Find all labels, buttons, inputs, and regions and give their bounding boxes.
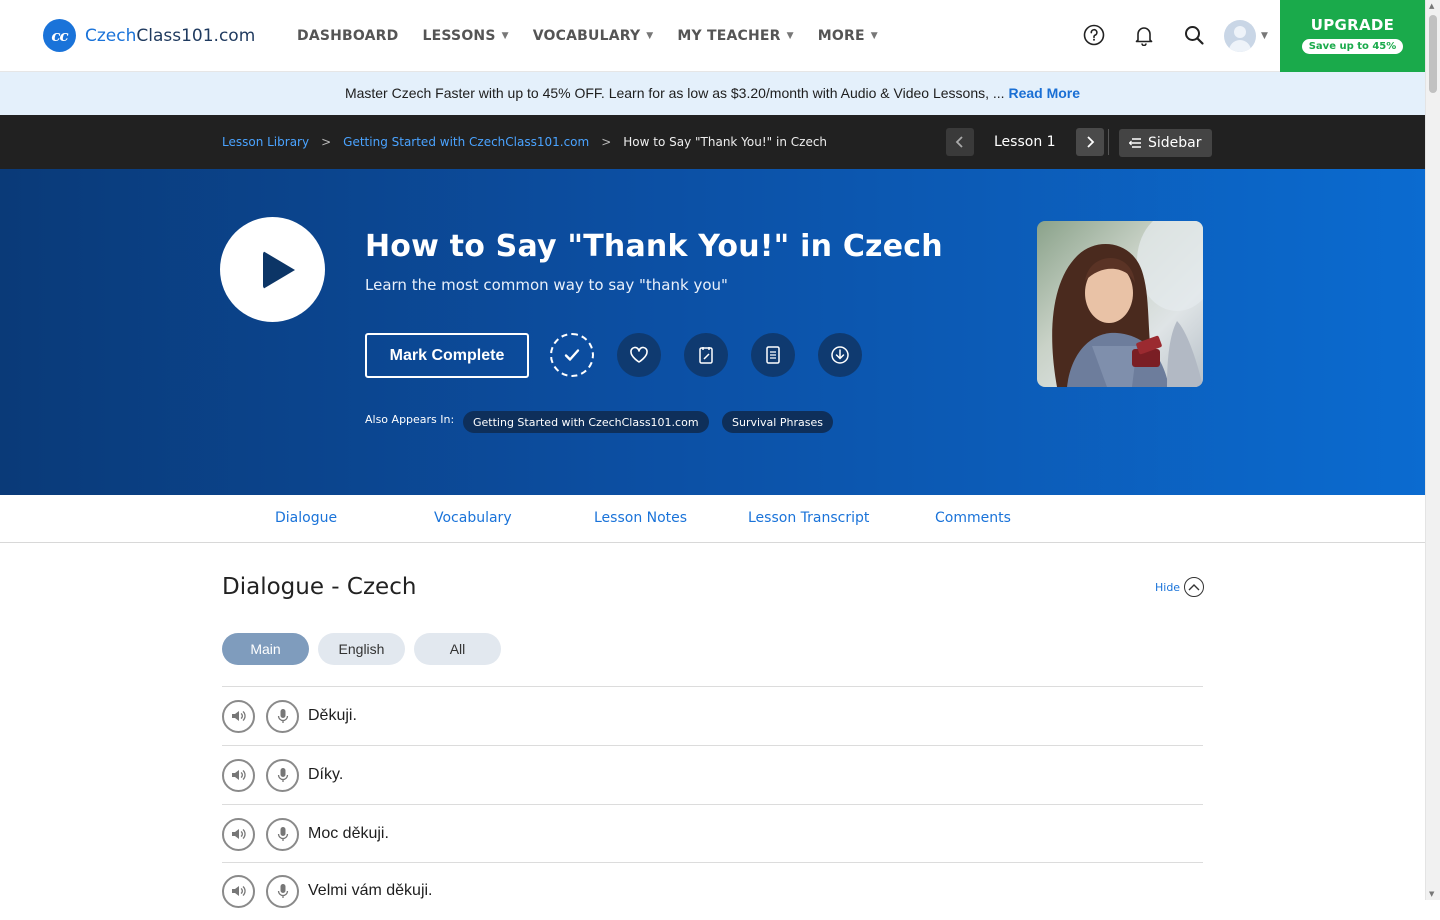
microphone-icon[interactable]	[266, 758, 299, 792]
series-chip-survival-phrases[interactable]: Survival Phrases	[722, 411, 833, 433]
sidebar-label: Sidebar	[1148, 135, 1202, 151]
logo-text: CzechClass101.com	[85, 26, 255, 46]
speaker-icon[interactable]	[222, 699, 255, 733]
speaker-icon[interactable]	[222, 817, 255, 851]
top-nav: cc CzechClass101.com DASHBOARD LESSONS ▼ …	[0, 0, 1425, 72]
user-menu[interactable]: ▼	[1224, 20, 1268, 52]
nav-more[interactable]: MORE ▼	[818, 28, 878, 44]
logo-prefix: Czech	[85, 25, 137, 46]
next-lesson-button[interactable]	[1075, 128, 1104, 156]
chevron-down-icon: ▼	[501, 31, 509, 41]
nav-icons	[1083, 24, 1205, 46]
nav-my-teacher[interactable]: MY TEACHER ▼	[677, 28, 793, 44]
divider	[1108, 129, 1109, 155]
main-nav: DASHBOARD LESSONS ▼ VOCABULARY ▼ MY TEACHE…	[297, 28, 902, 44]
dialogue-line-text: Moc děkuji.	[308, 825, 389, 842]
chevron-down-icon: ▼	[786, 31, 794, 41]
chevron-down-icon: ▼	[1261, 31, 1268, 41]
microphone-icon[interactable]	[266, 817, 299, 851]
bell-icon[interactable]	[1133, 24, 1155, 46]
avatar	[1224, 20, 1256, 52]
tab-dialogue[interactable]: Dialogue	[275, 510, 337, 526]
mark-complete-button[interactable]: Mark Complete	[365, 333, 529, 378]
hide-toggle[interactable]: Hide	[1155, 577, 1205, 597]
breadcrumb: Lesson Library > Getting Started with Cz…	[222, 135, 827, 149]
dialogue-line: Velmi vám děkuji.	[222, 862, 1203, 920]
lesson-toolbar: Lesson Library > Getting Started with Cz…	[0, 115, 1425, 169]
nav-dashboard[interactable]: DASHBOARD	[297, 28, 399, 44]
nav-dashboard-label: DASHBOARD	[297, 28, 399, 44]
chevron-down-icon: ▼	[646, 31, 654, 41]
sidebar-toggle-button[interactable]: Sidebar	[1119, 129, 1212, 157]
nav-vocabulary-label: VOCABULARY	[532, 28, 641, 44]
speaker-icon[interactable]	[222, 874, 255, 908]
scroll-down-icon[interactable]: ▼	[1429, 890, 1434, 898]
nav-more-label: MORE	[817, 28, 865, 44]
tab-lesson-notes[interactable]: Lesson Notes	[594, 510, 687, 526]
page-scrollbar[interactable]: ▲ ▼	[1425, 0, 1440, 900]
breadcrumb-series[interactable]: Getting Started with CzechClass101.com	[343, 135, 589, 149]
chevron-left-icon	[955, 136, 963, 148]
lesson-title: How to Say "Thank You!" in Czech	[365, 229, 943, 264]
chevron-down-icon: ▼	[870, 31, 878, 41]
chevron-right-icon: >	[321, 135, 332, 149]
menu-lines-icon	[1129, 138, 1141, 148]
read-more-link[interactable]: Read More	[1008, 85, 1080, 101]
lesson-tabs: Dialogue Vocabulary Lesson Notes Lesson …	[0, 495, 1425, 543]
lesson-number: Lesson 1	[994, 134, 1056, 150]
upgrade-button[interactable]: UPGRADE Save up to 45%	[1280, 0, 1425, 72]
logo-mark: cc	[43, 19, 76, 52]
promo-banner: Master Czech Faster with up to 45% OFF. …	[0, 72, 1425, 115]
tab-vocabulary[interactable]: Vocabulary	[434, 510, 512, 526]
segment-english[interactable]: English	[318, 633, 405, 665]
microphone-icon[interactable]	[266, 874, 299, 908]
dialogue-line-text: Díky.	[308, 766, 344, 783]
chevron-right-icon	[1086, 136, 1094, 148]
series-chip-getting-started[interactable]: Getting Started with CzechClass101.com	[463, 411, 709, 433]
nav-my-teacher-label: MY TEACHER	[677, 28, 781, 44]
pdf-icon[interactable]	[751, 333, 795, 377]
dialogue-title: Dialogue - Czech	[222, 574, 417, 600]
notes-icon[interactable]	[684, 333, 728, 377]
lesson-hero: How to Say "Thank You!" in Czech Learn t…	[0, 169, 1425, 495]
search-icon[interactable]	[1183, 24, 1205, 46]
dialogue-line-text: Děkuji.	[308, 707, 357, 724]
chevron-right-icon: >	[601, 135, 612, 149]
heart-icon[interactable]	[617, 333, 661, 377]
scrollbar-thumb[interactable]	[1429, 15, 1437, 93]
breadcrumb-lesson-library[interactable]: Lesson Library	[222, 135, 309, 149]
tab-comments[interactable]: Comments	[935, 510, 1011, 526]
logo-suffix: Class101.com	[136, 25, 256, 46]
also-appears-label: Also Appears In:	[365, 413, 455, 426]
dialogue-line-text: Velmi vám děkuji.	[308, 882, 433, 899]
nav-vocabulary[interactable]: VOCABULARY ▼	[533, 28, 654, 44]
play-button[interactable]	[220, 217, 325, 322]
promo-text: Master Czech Faster with up to 45% OFF. …	[344, 85, 1005, 101]
lesson-thumbnail	[1037, 221, 1203, 387]
site-logo[interactable]: cc CzechClass101.com	[43, 19, 255, 52]
download-icon[interactable]	[818, 333, 862, 377]
hide-label: Hide	[1155, 580, 1181, 594]
prev-lesson-button[interactable]	[946, 128, 974, 156]
nav-lessons[interactable]: LESSONS ▼	[423, 28, 509, 44]
upgrade-label: UPGRADE	[1310, 16, 1395, 34]
dialogue-line: Děkuji.	[222, 687, 1203, 745]
chevron-up-icon	[1184, 577, 1205, 597]
segment-main[interactable]: Main	[222, 633, 309, 665]
microphone-icon[interactable]	[266, 699, 299, 733]
tab-lesson-transcript[interactable]: Lesson Transcript	[748, 510, 869, 526]
segment-all[interactable]: All	[414, 633, 501, 665]
dialogue-line: Díky.	[222, 746, 1203, 804]
breadcrumb-current: How to Say "Thank You!" in Czech	[623, 135, 828, 149]
check-icon[interactable]	[550, 333, 594, 377]
lesson-photo	[1052, 221, 1203, 387]
dialogue-line: Moc děkuji.	[222, 805, 1203, 863]
lesson-pager: Lesson 1	[946, 128, 1104, 156]
scroll-up-icon[interactable]: ▲	[1429, 2, 1434, 10]
upgrade-sub: Save up to 45%	[1301, 39, 1404, 54]
lesson-subtitle: Learn the most common way to say "thank …	[365, 276, 728, 294]
nav-lessons-label: LESSONS	[422, 28, 496, 44]
help-icon[interactable]	[1083, 24, 1105, 46]
speaker-icon[interactable]	[222, 758, 255, 792]
